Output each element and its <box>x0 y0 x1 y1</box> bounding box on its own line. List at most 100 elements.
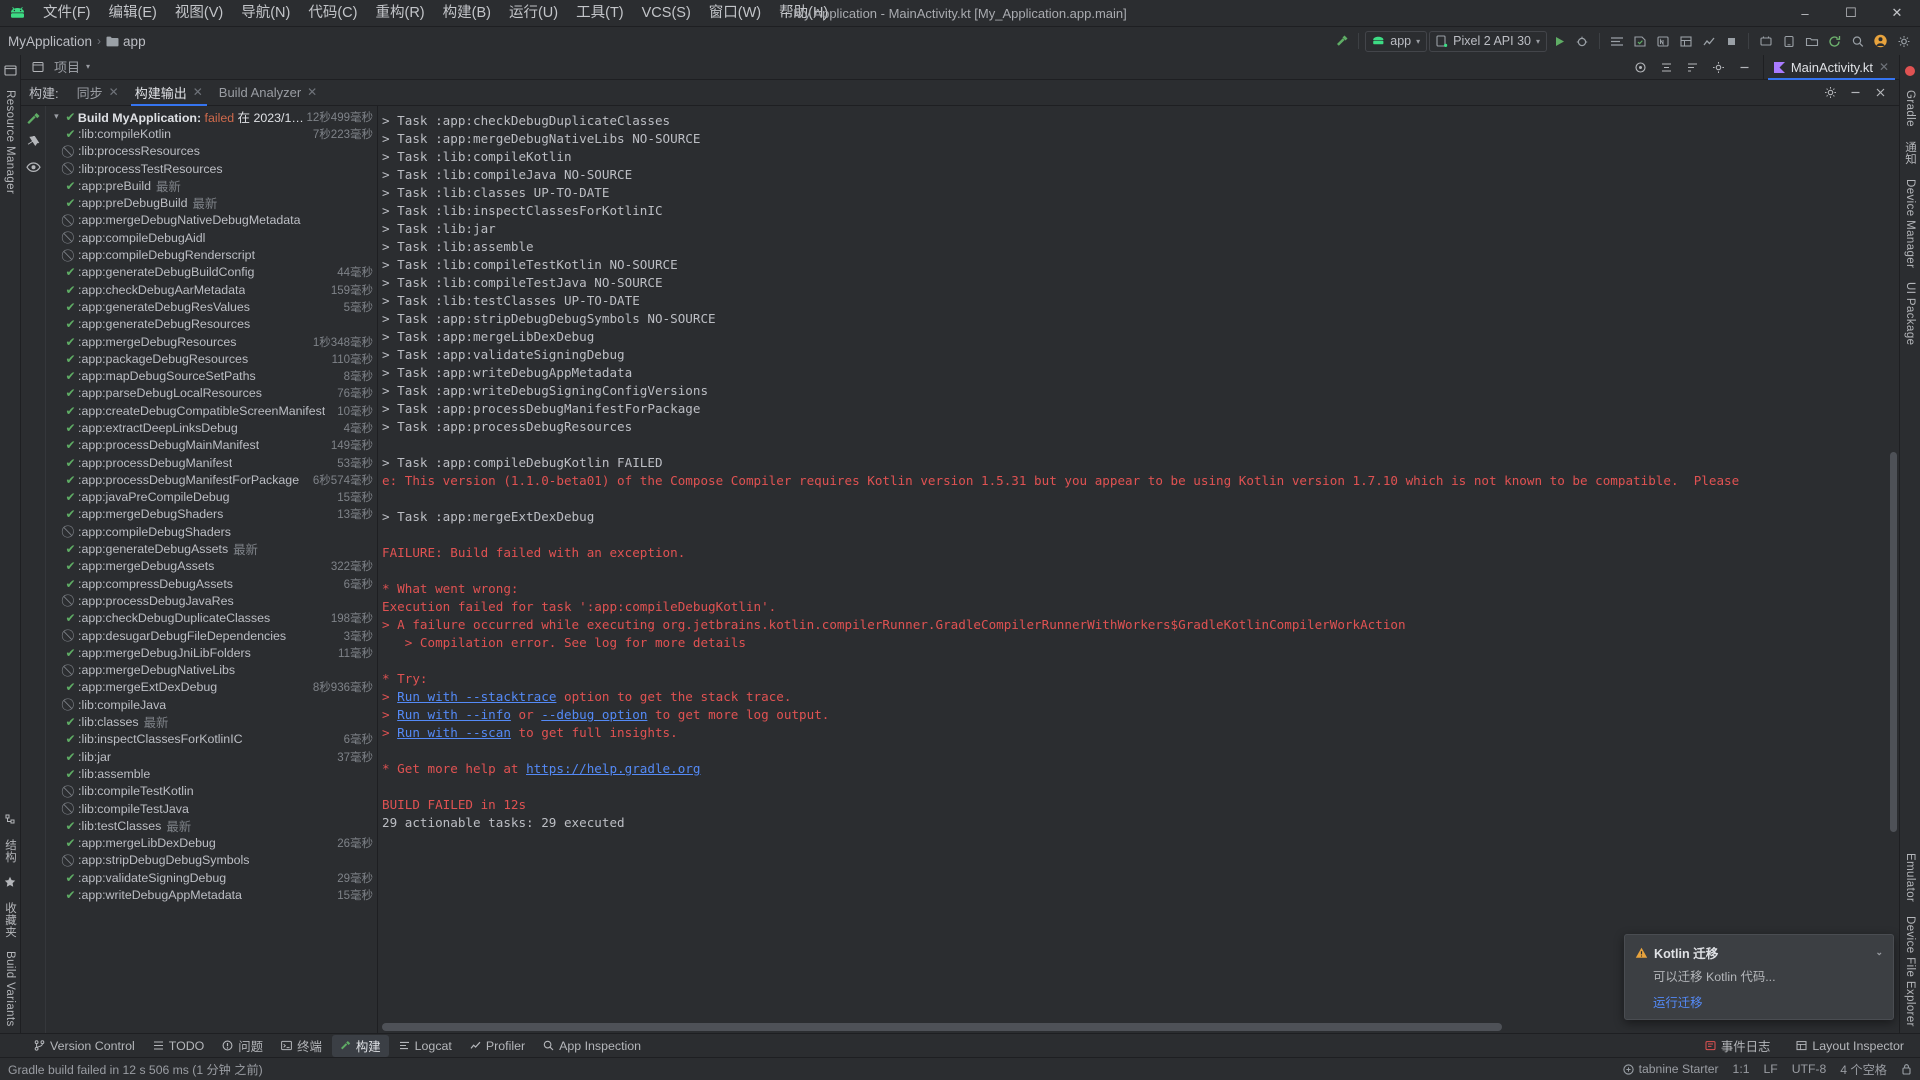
build-tree-row[interactable]: ⃠:app:compileDebugShaders <box>46 523 377 540</box>
account-icon[interactable] <box>1870 31 1891 52</box>
build-tree-row[interactable]: ✔:lib:jar 37毫秒 <box>46 748 377 765</box>
eye-filter-icon[interactable] <box>24 158 42 176</box>
close-tool-window-icon[interactable] <box>1870 82 1891 103</box>
build-tree-row[interactable]: ✔:app:processDebugManifest 53毫秒 <box>46 454 377 471</box>
window-controls[interactable]: – ☐ ✕ <box>1782 0 1920 27</box>
favorites-star-icon[interactable] <box>2 874 19 891</box>
build-tree-row[interactable]: ⃠:lib:processTestResources <box>46 160 377 177</box>
build-tree-row[interactable]: ✔:app:parseDebugLocalResources 76毫秒 <box>46 385 377 402</box>
rail-structure[interactable]: 结构 <box>0 833 20 869</box>
menu-window[interactable]: 窗口(W) <box>700 2 770 25</box>
breadcrumb-module[interactable]: app <box>106 34 146 49</box>
bottom-item-problems[interactable]: 问题 <box>214 1035 271 1057</box>
build-tree-row[interactable]: ⃠:app:desugarDebugFileDependencies 3毫秒 <box>46 627 377 644</box>
bottom-item-terminal[interactable]: 终端 <box>273 1035 330 1057</box>
close-icon[interactable]: ✕ <box>193 85 203 99</box>
build-tree-row[interactable]: ✔:app:validateSigningDebug 29毫秒 <box>46 869 377 886</box>
settings-gear-icon[interactable] <box>1893 31 1914 52</box>
link-run-with-scan[interactable]: Run with --scan <box>397 725 511 740</box>
build-tree-row[interactable]: ✔:app:generateDebugAssets 最新 <box>46 540 377 557</box>
build-console[interactable]: > Task :app:checkDebugDuplicateClasses > … <box>378 106 1899 1033</box>
close-icon[interactable]: ✕ <box>307 85 317 99</box>
build-tree-row[interactable]: ✔:app:generateDebugBuildConfig 44毫秒 <box>46 264 377 281</box>
bottom-item-layout-inspector[interactable]: Layout Inspector <box>1788 1037 1912 1055</box>
select-opened-file-icon[interactable] <box>1630 57 1651 78</box>
build-tree-row[interactable]: ✔:app:mergeDebugResources 1秒348毫秒 <box>46 333 377 350</box>
stop-button[interactable] <box>1721 31 1742 52</box>
sdk-manager-icon[interactable] <box>1755 31 1776 52</box>
close-icon[interactable]: ✕ <box>109 85 119 99</box>
build-tree-row[interactable]: ✔:lib:inspectClassesForKotlinIC 6毫秒 <box>46 731 377 748</box>
bottom-item-app-inspection[interactable]: App Inspection <box>535 1037 649 1055</box>
menu-vcs[interactable]: VCS(S) <box>633 2 700 25</box>
status-line-separator[interactable]: LF <box>1764 1062 1778 1076</box>
menu-tools[interactable]: 工具(T) <box>567 2 633 25</box>
build-tree-row[interactable]: ✔:app:extractDeepLinksDebug 4毫秒 <box>46 419 377 436</box>
build-tree-row[interactable]: ✔:app:compressDebugAssets 6毫秒 <box>46 575 377 592</box>
close-icon[interactable]: ✕ <box>1879 60 1889 74</box>
hide-window-icon[interactable] <box>1734 57 1755 78</box>
apply-code-changes-icon[interactable] <box>1629 31 1650 52</box>
run-configuration-selector[interactable]: app ▾ <box>1365 30 1428 52</box>
console-vertical-scrollbar[interactable] <box>1890 112 1897 1011</box>
build-tree-row[interactable]: ✔:app:processDebugMainManifest 149毫秒 <box>46 437 377 454</box>
build-tree-row[interactable]: ✔:app:preDebugBuild 最新 <box>46 194 377 211</box>
build-tree-row[interactable]: ✔:app:writeDebugAppMetadata 15毫秒 <box>46 886 377 903</box>
link-debug-option[interactable]: --debug option <box>541 707 647 722</box>
build-tree-row[interactable]: ✔:lib:assemble <box>46 765 377 782</box>
rail-device-file-explorer[interactable]: Device File Explorer <box>1902 910 1918 1033</box>
tab-build-output[interactable]: 构建输出 ✕ <box>127 80 211 106</box>
project-window-icon[interactable] <box>2 62 19 79</box>
build-tree-row[interactable]: ⃠:lib:compileJava <box>46 696 377 713</box>
build-tree-row[interactable]: ⃠:app:mergeDebugNativeDebugMetadata <box>46 212 377 229</box>
link-run-with-info[interactable]: Run with --info <box>397 707 511 722</box>
device-selector[interactable]: Pixel 2 API 30 ▾ <box>1429 30 1547 52</box>
build-tree-row[interactable]: ⃠:app:mergeDebugNativeLibs <box>46 662 377 679</box>
menu-file[interactable]: 文件(F) <box>34 2 100 25</box>
menu-run[interactable]: 运行(U) <box>500 2 567 25</box>
rail-gradle[interactable]: Gradle <box>1902 84 1918 133</box>
build-tree-row[interactable]: ✔:lib:classes 最新 <box>46 713 377 730</box>
build-tree-row[interactable]: ✔:app:javaPreCompileDebug 15毫秒 <box>46 489 377 506</box>
attach-debugger-icon[interactable] <box>1652 31 1673 52</box>
build-tree-row[interactable]: ✔:app:mergeDebugJniLibFolders 11毫秒 <box>46 644 377 661</box>
project-toggle-icon[interactable] <box>29 59 46 76</box>
status-encoding[interactable]: UTF-8 <box>1792 1062 1827 1076</box>
rail-favorites[interactable]: 收藏夹 <box>0 896 20 944</box>
bottom-item-build[interactable]: 构建 <box>331 1034 389 1057</box>
apply-changes-icon[interactable] <box>1606 31 1627 52</box>
restart-build-icon[interactable] <box>24 110 42 128</box>
link-run-with-stacktrace[interactable]: Run with --stacktrace <box>397 689 556 704</box>
rail-resource-manager[interactable]: Resource Manager <box>2 84 18 200</box>
build-tree-root[interactable]: ▾ ✔ Build MyApplication: failed 在 2023/1… <box>46 108 377 125</box>
pin-icon[interactable] <box>24 134 42 152</box>
build-tree-row[interactable]: ✔:app:createDebugCompatibleScreenManifes… <box>46 402 377 419</box>
bottom-item-todo[interactable]: TODO <box>145 1037 213 1055</box>
notification-popup[interactable]: Kotlin 迁移 ⌄ 可以迁移 Kotlin 代码... 运行迁移 <box>1624 934 1894 1020</box>
build-tree-row[interactable]: ⃠:lib:compileTestJava <box>46 800 377 817</box>
build-tree-row[interactable]: ✔:app:checkDebugDuplicateClasses 198毫秒 <box>46 610 377 627</box>
menu-build[interactable]: 构建(B) <box>434 2 500 25</box>
run-button[interactable] <box>1549 31 1570 52</box>
build-tree-row[interactable]: ⃠:app:compileDebugRenderscript <box>46 246 377 263</box>
link-gradle-help[interactable]: https://help.gradle.org <box>526 761 700 776</box>
build-tree-row[interactable]: ✔:app:preBuild 最新 <box>46 177 377 194</box>
rail-notifications[interactable]: 通知 <box>1900 135 1920 171</box>
menu-bar[interactable]: 文件(F) 编辑(E) 视图(V) 导航(N) 代码(C) 重构(R) 构建(B… <box>34 2 837 25</box>
build-tree-row[interactable]: ✔:app:mergeLibDexDebug 26毫秒 <box>46 834 377 851</box>
build-tree-row[interactable]: ✔:app:checkDebugAarMetadata 159毫秒 <box>46 281 377 298</box>
build-tree[interactable]: ▾ ✔ Build MyApplication: failed 在 2023/1… <box>46 106 378 1033</box>
debug-button[interactable] <box>1572 31 1593 52</box>
rail-emulator[interactable]: Emulator <box>1902 847 1918 908</box>
chevron-down-icon[interactable]: ▾ <box>50 111 63 122</box>
rail-ui-package[interactable]: UI Package <box>1902 276 1918 351</box>
build-tree-row[interactable]: ✔:app:mergeDebugAssets 322毫秒 <box>46 558 377 575</box>
menu-refactor[interactable]: 重构(R) <box>366 2 433 25</box>
profiler-icon[interactable] <box>1698 31 1719 52</box>
layout-inspector-icon[interactable] <box>1675 31 1696 52</box>
sort-icon[interactable] <box>1682 57 1703 78</box>
status-indent[interactable]: 4 个空格 <box>1840 1060 1887 1078</box>
menu-view[interactable]: 视图(V) <box>166 2 232 25</box>
build-tree-row[interactable]: ✔:app:processDebugManifestForPackage 6秒57… <box>46 471 377 488</box>
bottom-item-version-control[interactable]: Version Control <box>26 1037 143 1055</box>
